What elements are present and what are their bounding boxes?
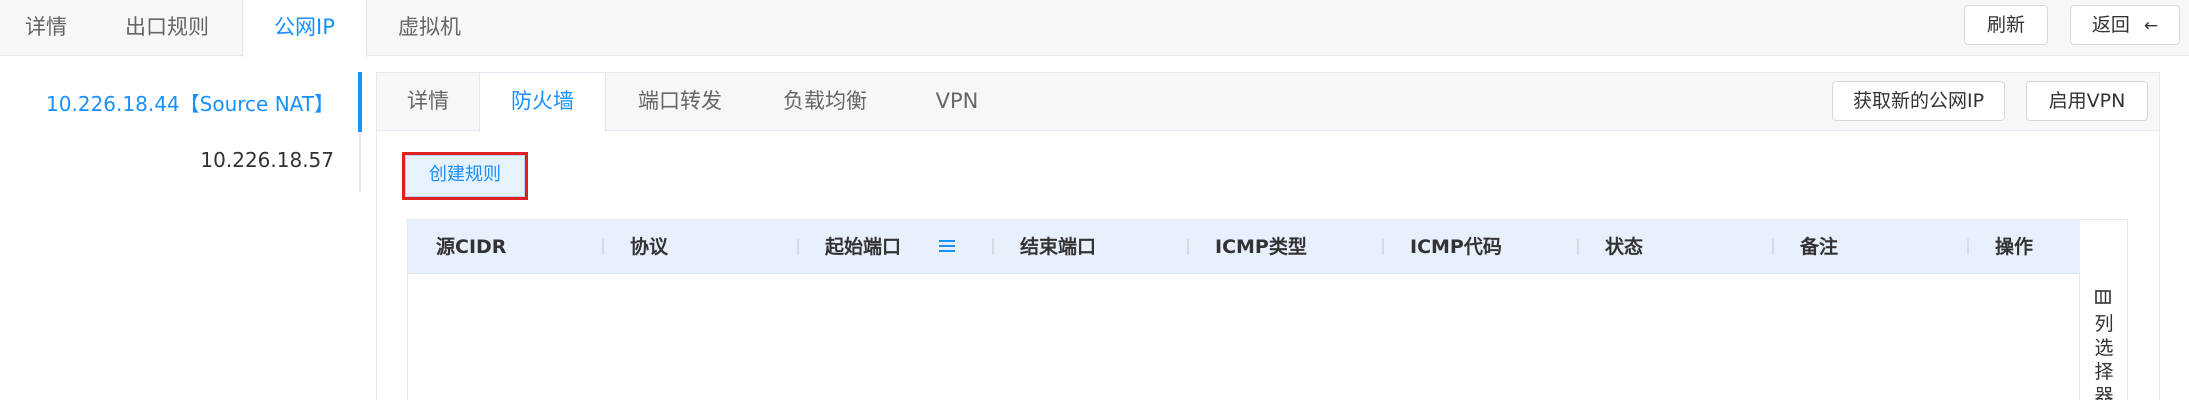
tab-vm[interactable]: 虚拟机 xyxy=(367,0,492,56)
column-header-end-port[interactable]: 结束端口 xyxy=(992,220,1096,274)
tab-public-ip[interactable]: 公网IP xyxy=(242,0,367,57)
refresh-button[interactable]: 刷新 xyxy=(1964,5,2048,45)
firewall-rules-table: 源CIDR 协议 起始端口 结束端口 ICMP类型 ICMP代码 状态 备注 操… xyxy=(407,219,2081,400)
column-header-source-cidr[interactable]: 源CIDR xyxy=(408,220,506,274)
back-button[interactable]: 返回 ← xyxy=(2070,5,2180,45)
ip-list: 10.226.18.44【Source NAT】 10.226.18.57 xyxy=(0,70,362,194)
inner-tab-load-balancing[interactable]: 负载均衡 xyxy=(754,73,896,131)
get-new-ip-button[interactable]: 获取新的公网IP xyxy=(1832,81,2005,121)
column-header-icmp-code[interactable]: ICMP代码 xyxy=(1382,220,1502,274)
column-header-protocol[interactable]: 协议 xyxy=(602,220,668,274)
column-selector-label: 列选择器 xyxy=(2094,313,2114,400)
tab-details[interactable]: 详情 xyxy=(0,0,92,56)
column-header-status[interactable]: 状态 xyxy=(1577,220,1643,274)
ip-item[interactable]: 10.226.18.57 xyxy=(200,148,362,172)
public-ip-panel: 详情 防火墙 端口转发 负载均衡 VPN 获取新的公网IP 启用VPN 创建规则… xyxy=(376,72,2160,400)
table-header: 源CIDR 协议 起始端口 结束端口 ICMP类型 ICMP代码 状态 备注 操… xyxy=(408,220,2081,274)
arrow-left-icon: ← xyxy=(2143,16,2159,36)
inner-tab-port-forwarding[interactable]: 端口转发 xyxy=(606,73,754,131)
columns-icon xyxy=(2095,290,2111,304)
filter-icon[interactable] xyxy=(938,238,956,254)
inner-tab-bar: 详情 防火墙 端口转发 负载均衡 VPN 获取新的公网IP 启用VPN xyxy=(377,73,2159,132)
ip-active-indicator xyxy=(358,72,362,132)
inner-tab-vpn[interactable]: VPN xyxy=(896,73,1018,131)
column-header-remark[interactable]: 备注 xyxy=(1772,220,1838,274)
create-rule-button[interactable]: 创建规则 xyxy=(402,152,528,200)
ip-list-divider xyxy=(359,132,361,192)
ip-item-active[interactable]: 10.226.18.44【Source NAT】 xyxy=(46,88,362,117)
column-header-icmp-type[interactable]: ICMP类型 xyxy=(1187,220,1307,274)
column-selector-button[interactable]: 列选择器 xyxy=(2080,219,2128,400)
back-button-label: 返回 xyxy=(2091,14,2130,36)
enable-vpn-button[interactable]: 启用VPN xyxy=(2026,81,2148,121)
inner-tab-firewall[interactable]: 防火墙 xyxy=(479,73,606,132)
tab-egress-rules[interactable]: 出口规则 xyxy=(92,0,242,56)
column-header-actions[interactable]: 操作 xyxy=(1967,220,2033,274)
column-header-start-port[interactable]: 起始端口 xyxy=(797,220,901,274)
top-tab-bar: 详情 出口规则 公网IP 虚拟机 刷新 返回 ← xyxy=(0,0,2189,57)
inner-tab-details[interactable]: 详情 xyxy=(377,73,479,131)
